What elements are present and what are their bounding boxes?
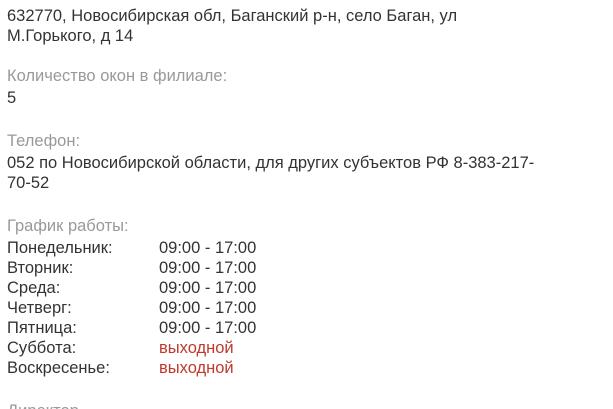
schedule-day: Четверг: — [7, 299, 72, 317]
director-block: Директор — [7, 401, 607, 409]
windows-value: 5 — [7, 89, 17, 107]
schedule-row-friday: Пятница: 09:00 - 17:00 — [7, 318, 607, 338]
schedule-day: Вторник: — [7, 259, 74, 277]
phone-line-2: 70-52 — [7, 174, 50, 192]
schedule-hours: 09:00 - 17:00 — [159, 279, 257, 297]
schedule-hours: 09:00 - 17:00 — [159, 239, 257, 257]
address-line-1: 632770, Новосибирская обл, Баганский р-н… — [7, 7, 458, 25]
phone-label: Телефон: — [7, 132, 81, 150]
windows-label: Количество окон в филиале: — [7, 67, 228, 85]
schedule-day: Воскресенье: — [7, 359, 110, 377]
schedule-row-sunday: Воскресенье: выходной — [7, 358, 607, 378]
phone-block: Телефон: 052 по Новосибирской области, д… — [7, 131, 607, 193]
schedule-hours: 09:00 - 17:00 — [159, 319, 257, 337]
schedule-day: Суббота: — [7, 339, 77, 357]
schedule-hours: 09:00 - 17:00 — [159, 299, 257, 317]
schedule-day: Понедельник: — [7, 239, 113, 257]
schedule-hours: 09:00 - 17:00 — [159, 259, 257, 277]
windows-block: Количество окон в филиале: 5 — [7, 66, 607, 108]
schedule-block: График работы: Понедельник: 09:00 - 17:0… — [7, 216, 607, 378]
schedule-row-monday: Понедельник: 09:00 - 17:00 — [7, 238, 607, 258]
schedule-row-wednesday: Среда: 09:00 - 17:00 — [7, 278, 607, 298]
phone-line-1: 052 по Новосибирской области, для других… — [7, 154, 535, 172]
schedule-hours-day-off: выходной — [159, 359, 234, 377]
schedule-row-tuesday: Вторник: 09:00 - 17:00 — [7, 258, 607, 278]
address-block: 632770, Новосибирская обл, Баганский р-н… — [7, 6, 607, 46]
schedule-day: Среда: — [7, 279, 61, 297]
schedule-day: Пятница: — [7, 319, 77, 337]
schedule-row-thursday: Четверг: 09:00 - 17:00 — [7, 298, 607, 318]
address-line-2: М.Горького, д 14 — [7, 27, 134, 45]
schedule-row-saturday: Суббота: выходной — [7, 338, 607, 358]
schedule-hours-day-off: выходной — [159, 339, 234, 357]
schedule-label: График работы: — [7, 217, 129, 235]
director-label: Директор — [7, 401, 607, 409]
